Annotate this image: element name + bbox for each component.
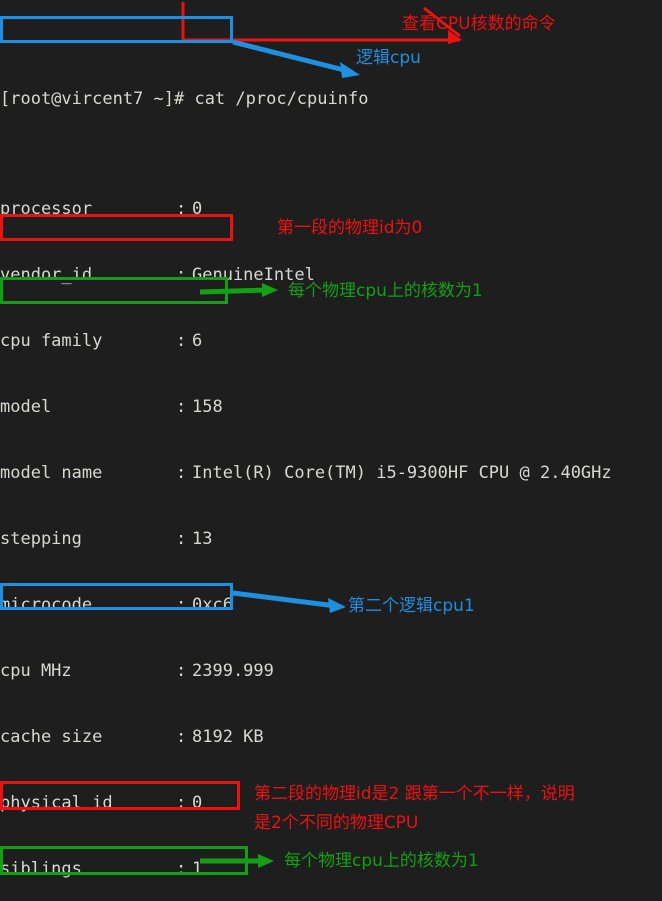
- key-model-name: model name: [0, 463, 103, 483]
- row-cpu-mhz: cpu MHz:2399.999: [0, 660, 662, 682]
- terminal-screenshot: [root@vircent7 ~]# cat /proc/cpuinfo pro…: [0, 0, 662, 901]
- terminal-text: [root@vircent7 ~]# cat /proc/cpuinfo pro…: [0, 0, 662, 901]
- val-cache-size: 8192 KB: [192, 727, 264, 747]
- val-stepping: 13: [192, 529, 213, 549]
- row-cpu-family: cpu family:6: [0, 330, 662, 352]
- colon: :: [176, 331, 187, 351]
- colon: :: [176, 595, 187, 615]
- val-cpu-family: 6: [192, 331, 203, 351]
- val-siblings: 1: [192, 859, 203, 879]
- colon: :: [176, 397, 187, 417]
- key-processor: processor: [0, 199, 93, 219]
- key-model: model: [0, 397, 52, 417]
- row-physical-id: physical id:0: [0, 792, 662, 814]
- colon: :: [176, 859, 187, 879]
- val-processor: 0: [192, 199, 203, 219]
- colon: :: [176, 265, 187, 285]
- key-siblings: siblings: [0, 859, 82, 879]
- key-microcode: microcode: [0, 595, 93, 615]
- val-model-name: Intel(R) Core(TM) i5-9300HF CPU @ 2.40GH…: [192, 463, 612, 483]
- key-vendor-id: vendor_id: [0, 265, 93, 285]
- colon: :: [176, 199, 187, 219]
- val-cpu-mhz: 2399.999: [192, 661, 274, 681]
- key-cpu-family: cpu family: [0, 331, 103, 351]
- colon: :: [176, 793, 187, 813]
- row-processor-0: processor:0: [0, 198, 662, 220]
- val-model: 158: [192, 397, 223, 417]
- colon: :: [176, 463, 187, 483]
- row-siblings: siblings:1: [0, 858, 662, 880]
- row-vendor-id: vendor_id: GenuineIntel: [0, 264, 662, 286]
- key-physical-id: physical id: [0, 793, 113, 813]
- colon: :: [176, 727, 187, 747]
- colon: :: [176, 529, 187, 549]
- val-microcode: 0xc6: [192, 595, 233, 615]
- row-stepping: stepping:13: [0, 528, 662, 550]
- key-cpu-mhz: cpu MHz: [0, 661, 72, 681]
- row-model: model:158: [0, 396, 662, 418]
- key-cache-size: cache size: [0, 727, 103, 747]
- key-stepping: stepping: [0, 529, 82, 549]
- terminal-prompt-line: [root@vircent7 ~]# cat /proc/cpuinfo: [0, 89, 369, 109]
- row-cache-size: cache size:8192 KB: [0, 726, 662, 748]
- row-model-name: model name: Intel(R) Core(TM) i5-9300HF C…: [0, 462, 662, 484]
- row-microcode: microcode:0xc6: [0, 594, 662, 616]
- val-physical-id: 0: [192, 793, 203, 813]
- colon: :: [176, 661, 187, 681]
- val-vendor-id: GenuineIntel: [192, 265, 315, 285]
